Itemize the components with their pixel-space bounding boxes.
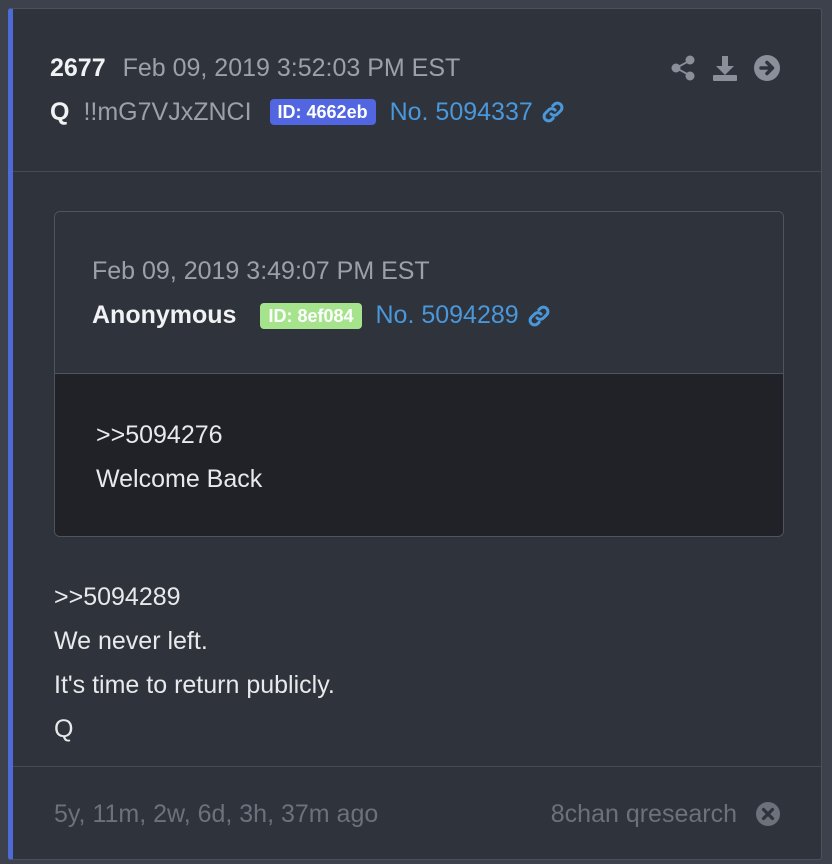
post-meta-row: 2677 Feb 09, 2019 3:52:03 PM EST bbox=[50, 53, 460, 83]
close-circle-icon[interactable] bbox=[755, 801, 781, 827]
arrow-right-circle-icon[interactable] bbox=[753, 54, 781, 82]
quoted-post-number-link[interactable]: No. 5094289 bbox=[376, 301, 551, 330]
message-line: We never left. bbox=[54, 627, 208, 655]
quoted-message-line: Welcome Back bbox=[96, 465, 263, 493]
quoted-post-message: >>5094276 Welcome Back bbox=[55, 374, 783, 536]
post-number: 2677 bbox=[50, 54, 106, 82]
post-date: Feb 09, 2019 3:52:03 PM EST bbox=[122, 54, 461, 82]
post-number-link[interactable]: No. 5094337 bbox=[390, 97, 565, 127]
post-body: Feb 09, 2019 3:49:07 PM EST Anonymous ID… bbox=[13, 172, 821, 767]
quoted-post-date: Feb 09, 2019 3:49:07 PM EST bbox=[92, 257, 430, 285]
elapsed-time: 5y, 11m, 2w, 6d, 3h, 37m ago bbox=[54, 800, 379, 828]
quoted-post-header: Feb 09, 2019 3:49:07 PM EST Anonymous ID… bbox=[55, 212, 783, 374]
post-author: Q bbox=[50, 98, 70, 126]
post-header: 2677 Feb 09, 2019 3:52:03 PM EST Q !!mG7… bbox=[13, 9, 821, 172]
post-author-row: Q !!mG7VJxZNCI ID: 4662eb No. 5094337 bbox=[50, 97, 565, 127]
message-line[interactable]: >>5094289 bbox=[54, 583, 181, 612]
quoted-message-line[interactable]: >>5094276 bbox=[96, 421, 223, 450]
download-icon[interactable] bbox=[711, 54, 739, 82]
quoted-post-id-badge: ID: 8ef084 bbox=[260, 302, 362, 329]
share-icon[interactable] bbox=[669, 54, 697, 82]
post-tripcode: !!mG7VJxZNCI bbox=[83, 98, 252, 126]
message-line: It's time to return publicly. bbox=[54, 671, 335, 699]
quoted-post-number-link-label: No. 5094289 bbox=[375, 301, 519, 329]
quoted-post: Feb 09, 2019 3:49:07 PM EST Anonymous ID… bbox=[54, 211, 784, 537]
message-line: Q bbox=[54, 715, 74, 743]
post-id-badge: ID: 4662eb bbox=[269, 99, 376, 125]
link-icon bbox=[542, 101, 564, 123]
post-card: 2677 Feb 09, 2019 3:52:03 PM EST Q !!mG7… bbox=[8, 8, 822, 860]
post-number-link-label: No. 5094337 bbox=[389, 98, 533, 126]
quoted-post-author: Anonymous bbox=[92, 301, 237, 329]
post-actions bbox=[669, 54, 781, 82]
source-board: 8chan qresearch bbox=[550, 800, 737, 828]
quoted-post-author-row: Anonymous ID: 8ef084 No. 5094289 bbox=[92, 301, 551, 330]
post-footer: 5y, 11m, 2w, 6d, 3h, 37m ago 8chan qrese… bbox=[13, 766, 821, 859]
link-icon bbox=[528, 305, 550, 326]
